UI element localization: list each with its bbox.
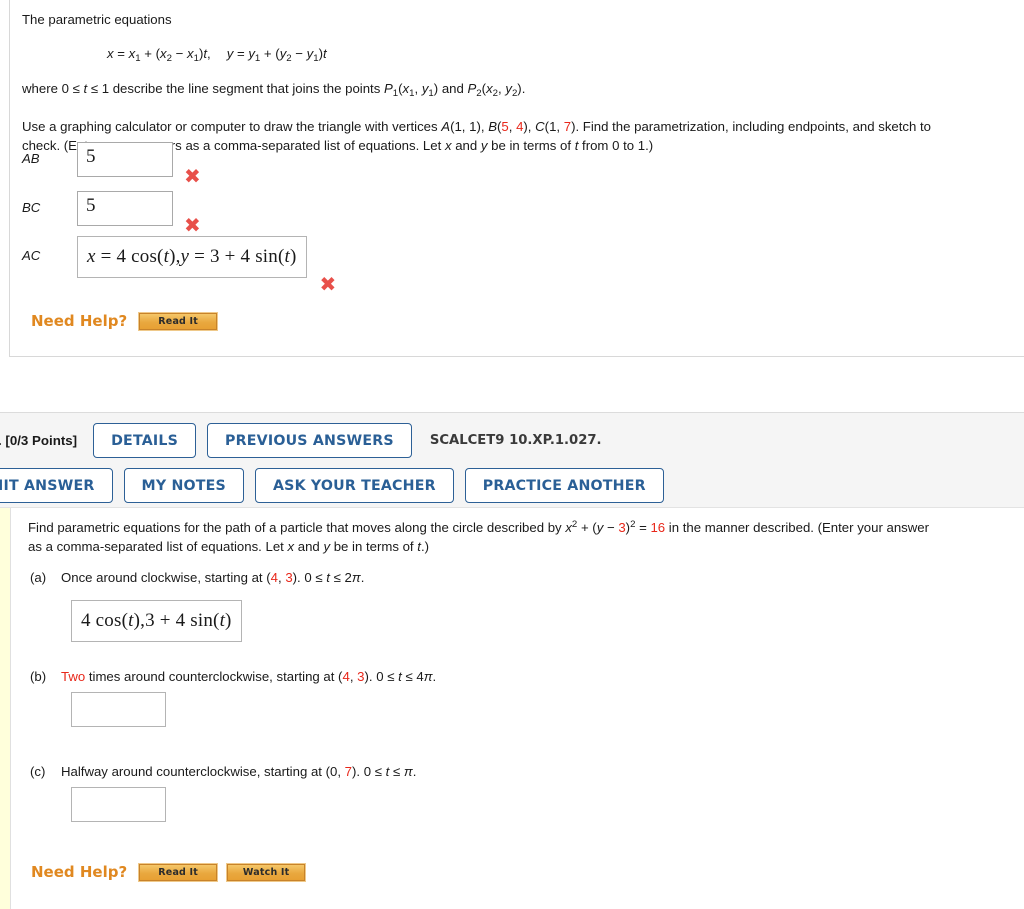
ask-your-teacher-button[interactable]: ASK YOUR TEACHER [254,468,454,503]
answer-row-ab: AB 5 ✖ [22,142,201,186]
q2-part-c-label: (c) [30,764,46,779]
q1-intro-text: The parametric equations [22,12,172,27]
question-card-2: . [0/3 Points] DETAILS PREVIOUS ANSWERS … [0,412,1024,909]
header-row-secondary: SUBMIT ANSWER MY NOTES ASK YOUR TEACHER … [0,468,675,503]
answer-value-bc: 5 [86,195,96,216]
q2-part-a-y: 3 [285,570,293,585]
watch-it-button-q2[interactable]: Watch It [226,862,307,882]
q2-part-b: (b) Two times around counterclockwise, s… [30,669,436,684]
q2-circle-center-y: 3 [618,520,626,535]
q2-answer-value-a: 4 cos(t),3 + 4 sin(t) [81,610,232,631]
q2-part-a: (a) Once around clockwise, starting at (… [30,570,364,585]
q2-part-b-count: Two [61,669,86,684]
q1-vertex-b-y: 4 [516,119,524,135]
incorrect-icon-ac: ✖ [319,272,337,296]
question-source-label: SCALCET9 10.XP.1.027. [429,433,602,448]
q2-part-c-y: 7 [344,764,353,779]
q2-part-b-x: 4 [342,669,350,684]
q2-answer-input-b[interactable] [71,692,166,727]
q2-part-c-text: Halfway around counterclockwise, startin… [61,764,417,779]
q2-circle-radius-squared: 16 [650,520,666,535]
previous-answers-button[interactable]: PREVIOUS ANSWERS [207,423,412,458]
q2-part-b-text: Two times around counterclockwise, start… [61,669,437,684]
q2-prompt-text: Find parametric equations for the path o… [28,519,930,555]
answer-value-ac: x = 4 cos(t),y = 3 + 4 sin(t) [87,246,297,267]
answer-input-ac[interactable]: x = 4 cos(t),y = 3 + 4 sin(t) [77,236,307,278]
q1-where-text: where 0 ≤ t ≤ 1 describe the line segmen… [22,81,526,100]
q2-answer-input-a[interactable]: 4 cos(t),3 + 4 sin(t) [71,600,242,642]
row-label-ab: AB [22,151,40,166]
q2-answer-input-c[interactable] [71,787,166,822]
submit-answer-button[interactable]: SUBMIT ANSWER [0,468,113,503]
answer-row-ac: AC x = 4 cos(t),y = 3 + 4 sin(t) ✖ [22,236,336,294]
answer-input-ab[interactable]: 5 [77,142,173,177]
need-help-label-q2: Need Help? [31,863,128,881]
answer-row-bc: BC 5 ✖ [22,191,201,235]
q1-vertex-c-y: 7 [563,119,572,135]
incorrect-icon-ab: ✖ [184,164,201,188]
q2-part-a-label: (a) [30,570,47,585]
q1-parametric-equations: x = x1 + (x2 − x1)t, y = y1 + (y2 − y1)t [107,46,327,65]
header-row-primary: . [0/3 Points] DETAILS PREVIOUS ANSWERS … [0,423,602,458]
practice-another-button[interactable]: PRACTICE ANOTHER [464,468,664,503]
q2-part-a-text: Once around clockwise, starting at (4, 3… [61,570,365,585]
q1-vertex-b-x: 5 [501,119,509,135]
need-help-bar-q2: Need Help? Read It Watch It [31,862,315,882]
read-it-button-q1[interactable]: Read It [138,311,219,331]
q2-part-b-label: (b) [30,669,47,684]
incorrect-icon-bc: ✖ [184,213,201,237]
row-label-bc: BC [22,200,41,215]
read-it-button-q2[interactable]: Read It [138,862,219,882]
question-number-fragment: . [0,433,2,448]
points-badge: [0/3 Points] [5,433,78,448]
need-help-bar-q1: Need Help? Read It [31,311,227,331]
need-help-label-q1: Need Help? [31,312,128,330]
answer-value-ab: 5 [86,146,96,167]
question-number-and-points: . [0/3 Points] [0,433,77,448]
row-label-ac: AC [22,248,41,263]
q2-part-a-x: 4 [270,570,278,585]
q2-part-b-y: 3 [357,669,365,684]
question-2-body: Find parametric equations for the path o… [0,508,1024,909]
q2-part-c: (c) Halfway around counterclockwise, sta… [30,764,416,779]
question-card-1: The parametric equations x = x1 + (x2 − … [9,0,1024,357]
answer-input-bc[interactable]: 5 [77,191,173,226]
my-notes-button[interactable]: MY NOTES [123,468,244,503]
question-2-header: . [0/3 Points] DETAILS PREVIOUS ANSWERS … [0,412,1024,508]
details-button[interactable]: DETAILS [93,423,197,458]
